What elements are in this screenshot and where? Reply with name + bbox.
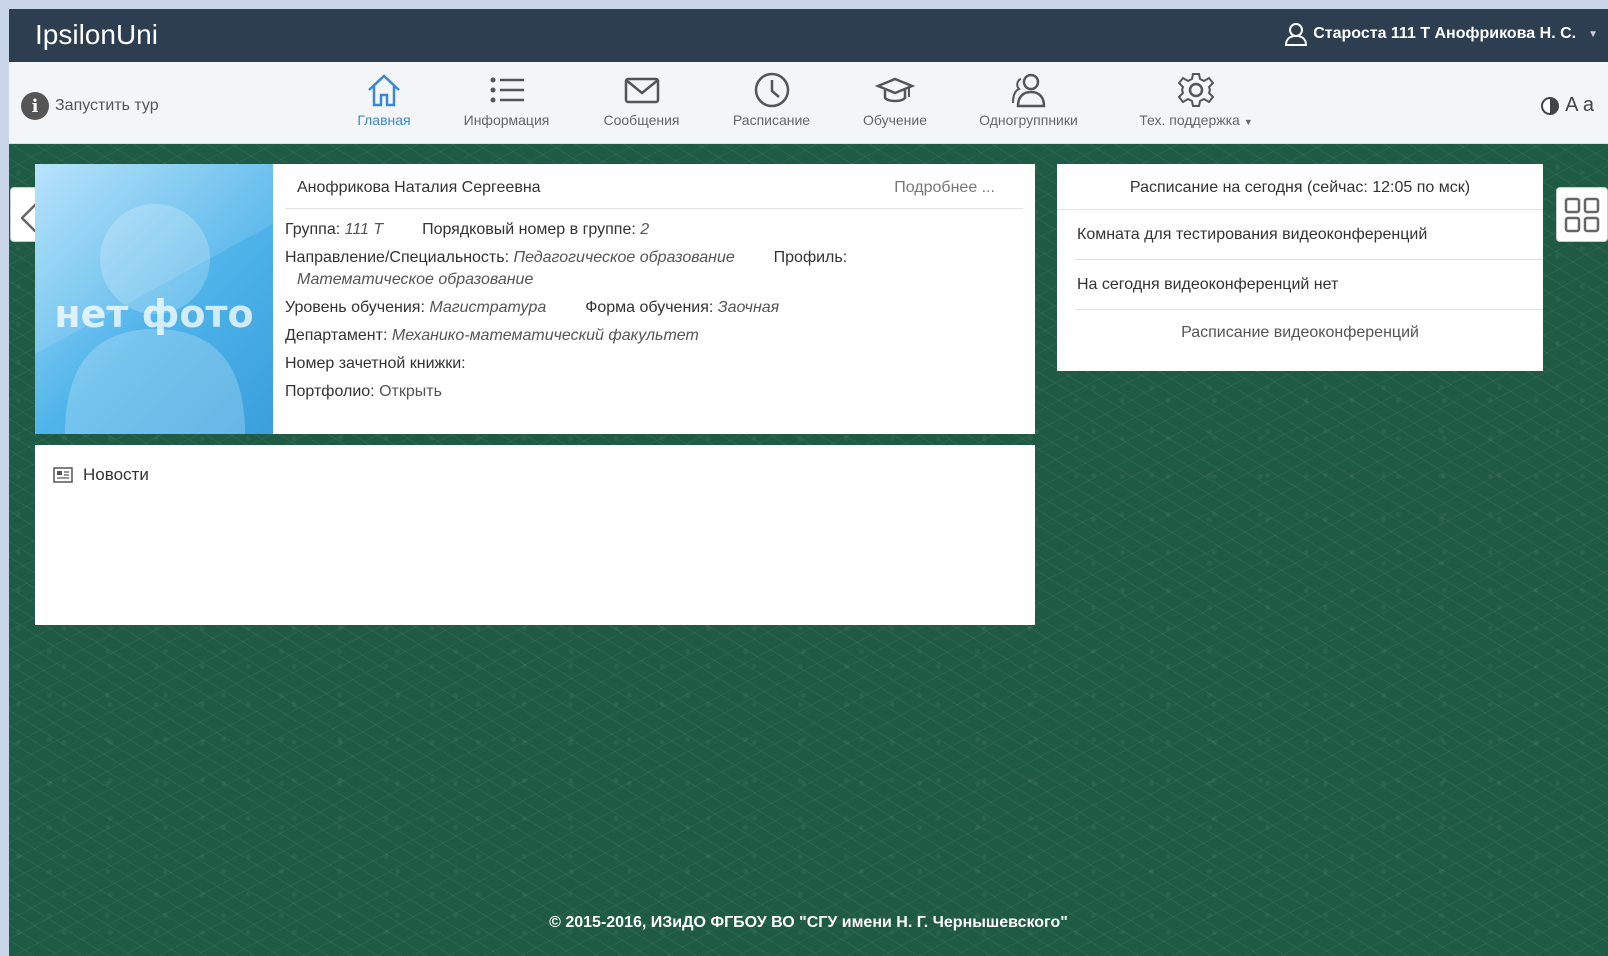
font-size-toggle[interactable]: A a	[1565, 94, 1594, 117]
no-photo-label: нет фото	[54, 292, 254, 336]
level-line: Уровень обучения: Магистратура Форма обу…	[285, 299, 1023, 317]
avatar[interactable]: нет фото	[35, 164, 273, 434]
graduation-cap-icon	[875, 77, 915, 103]
group-label: Группа:	[285, 221, 341, 238]
news-header[interactable]: Новости	[53, 465, 149, 485]
news-panel: Новости	[35, 445, 1035, 625]
nav-item-messages[interactable]: Сообщения	[594, 70, 689, 128]
nav-item-home[interactable]: Главная	[349, 70, 419, 128]
clock-icon	[754, 72, 789, 108]
nav-item-learning[interactable]: Обучение	[854, 70, 936, 128]
start-tour-button[interactable]: i Запустить тур	[21, 92, 159, 120]
test-room-link[interactable]: Комната для тестирования видеоконференци…	[1075, 210, 1543, 260]
user-label: Староста 111 Т Анофрикова Н. С.	[1313, 25, 1577, 42]
student-name: Анофрикова Наталия Сергеевна	[297, 179, 541, 196]
profile-value-line: Математическое образование	[285, 271, 1023, 289]
gear-icon	[1177, 73, 1215, 107]
group-line: Группа: 111 Т Порядковый номер в группе:…	[285, 221, 1023, 239]
level-label: Уровень обучения:	[285, 299, 425, 316]
nav-item-classmates[interactable]: Одногруппники	[936, 70, 1121, 128]
nav-item-info[interactable]: Информация	[419, 70, 594, 128]
no-conferences-message: На сегодня видеоконференций нет	[1075, 260, 1543, 310]
start-tour-label: Запустить тур	[55, 97, 159, 114]
nav-item-support-label: Тех. поддержка ▼	[1139, 112, 1253, 128]
chevron-down-icon: ▼	[1243, 117, 1253, 127]
newspaper-icon	[53, 467, 73, 483]
direction-label: Направление/Специальность:	[285, 249, 510, 266]
list-icon	[490, 77, 524, 103]
nav-item-label: Одногруппники	[979, 112, 1078, 128]
group-value: 111 Т	[344, 221, 384, 238]
level-value: Магистратура	[429, 299, 547, 316]
form-label: Форма обучения:	[585, 299, 714, 316]
info-icon: i	[21, 92, 49, 120]
users-icon	[1011, 73, 1045, 108]
conference-schedule-link[interactable]: Расписание видеоконференций	[1057, 310, 1543, 342]
today-schedule-panel: Расписание на сегодня (сейчас: 12:05 по …	[1057, 164, 1543, 371]
direction-value: Педагогическое образование	[513, 249, 735, 266]
app-window: IpsilonUni Староста 111 Т Анофрикова Н. …	[9, 9, 1608, 956]
nav-item-label: Сообщения	[603, 112, 680, 128]
profile-card: нет фото Анофрикова Наталия Сергеевна По…	[35, 164, 1035, 434]
department-line: Департамент: Механико-математический фак…	[285, 327, 1023, 345]
brand-logo[interactable]: IpsilonUni	[35, 19, 158, 51]
direction-line: Направление/Специальность: Педагогическо…	[285, 249, 1023, 267]
profile-info: Анофрикова Наталия Сергеевна Подробнее .…	[273, 164, 1035, 434]
nav-item-label: Информация	[463, 112, 550, 128]
main-nav: Главная Информация Сообщения Расписание …	[349, 70, 1271, 128]
widgets-button[interactable]	[1556, 187, 1608, 242]
nav-item-label: Расписание	[732, 112, 811, 128]
grid-icon	[1564, 197, 1600, 232]
record-book-line: Номер зачетной книжки:	[285, 355, 1023, 373]
top-bar: IpsilonUni Староста 111 Т Анофрикова Н. …	[9, 9, 1608, 62]
nav-item-label: Обучение	[862, 112, 928, 128]
record-book-label: Номер зачетной книжки:	[285, 355, 466, 372]
profile-label: Профиль:	[773, 249, 848, 266]
order-value: 2	[640, 221, 650, 238]
more-link[interactable]: Подробнее ...	[894, 179, 995, 197]
profile-value: Математическое образование	[297, 271, 534, 288]
footer-copyright: © 2015-2016, ИЗиДО ФГБОУ ВО "СГУ имени Н…	[549, 914, 1068, 931]
news-title: Новости	[83, 465, 149, 484]
nav-item-support[interactable]: Тех. поддержка ▼	[1121, 70, 1271, 128]
schedule-title: Расписание на сегодня (сейчас: 12:05 по …	[1057, 164, 1543, 210]
portfolio-line: Портфолио: Открыть	[285, 383, 1023, 401]
nav-item-label: Главная	[357, 112, 411, 128]
portfolio-open-link[interactable]: Открыть	[379, 383, 442, 400]
user-icon	[1285, 23, 1308, 46]
order-label: Порядковый номер в группе:	[422, 221, 636, 238]
form-value: Заочная	[717, 299, 780, 316]
department-value: Механико-математический факультет	[391, 327, 699, 344]
contrast-icon[interactable]	[1541, 96, 1560, 115]
nav-bar: i Запустить тур Главная Информация Сообщ…	[9, 62, 1608, 144]
chevron-down-icon: ▼	[1588, 28, 1598, 40]
accessibility-controls: A a	[1541, 94, 1594, 117]
user-menu[interactable]: Староста 111 Т Анофрикова Н. С. ▼	[1283, 21, 1598, 47]
portfolio-label: Портфолио:	[285, 383, 375, 400]
nav-item-schedule[interactable]: Расписание	[689, 70, 854, 128]
envelope-icon	[624, 77, 659, 104]
department-label: Департамент:	[285, 327, 388, 344]
home-icon	[368, 74, 400, 107]
